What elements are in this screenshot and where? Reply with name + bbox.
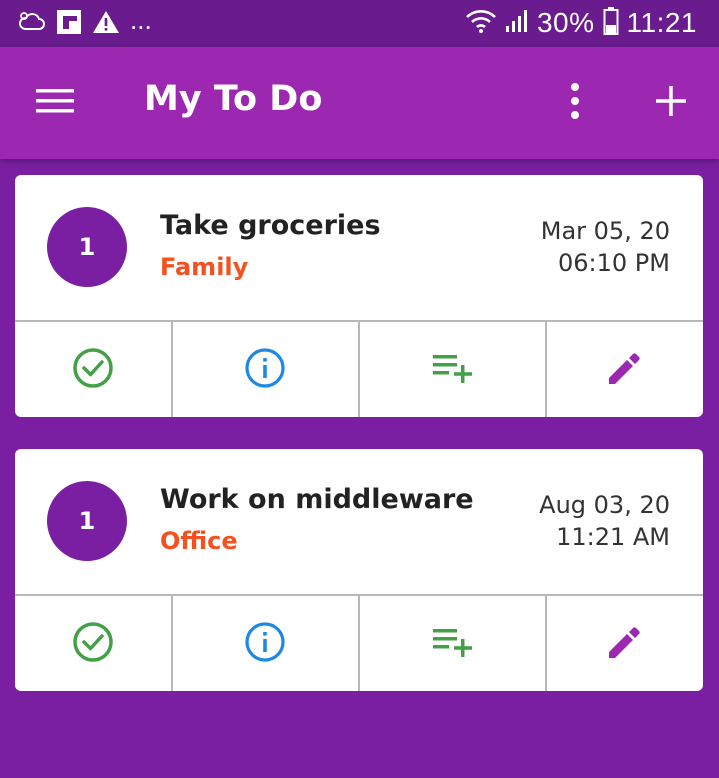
playlist-add-icon <box>431 625 475 663</box>
check-circle-icon <box>72 621 114 667</box>
page-title: My To Do <box>144 79 323 119</box>
menu-icon <box>36 87 74 119</box>
wifi-icon <box>465 8 497 38</box>
flipboard-icon <box>56 9 82 39</box>
add-subtask-button[interactable] <box>360 596 548 691</box>
edit-pencil-icon <box>605 348 645 392</box>
task-date: Mar 05, 20 <box>540 217 670 245</box>
add-task-button[interactable] <box>648 79 694 127</box>
edit-task-button[interactable] <box>547 596 703 691</box>
check-circle-icon <box>72 347 114 393</box>
status-bar-notifications: ... <box>18 5 152 39</box>
task-time: 11:21 AM <box>556 523 670 551</box>
add-subtask-button[interactable] <box>360 322 548 417</box>
info-button[interactable] <box>173 596 360 691</box>
menu-button[interactable] <box>30 81 80 125</box>
task-time: 06:10 PM <box>558 249 670 277</box>
more-vert-icon <box>570 83 580 123</box>
task-title: Work on middleware <box>160 484 474 515</box>
task-date: Aug 03, 20 <box>539 491 670 519</box>
task-actions <box>15 596 703 691</box>
info-button[interactable] <box>173 322 360 417</box>
mark-done-button[interactable] <box>15 322 173 417</box>
priority-avatar: 1 <box>47 207 127 287</box>
info-icon <box>244 347 286 393</box>
task-category: Office <box>160 527 238 555</box>
status-bar: ... 30% 11:21 <box>0 0 719 47</box>
add-icon <box>656 86 686 120</box>
status-bar-system: 30% 11:21 <box>465 7 697 39</box>
task-card-header[interactable]: 1 Work on middleware Office Aug 03, 20 1… <box>15 449 703 596</box>
task-card[interactable]: 1 Take groceries Family Mar 05, 20 06:10… <box>15 175 703 417</box>
edit-task-button[interactable] <box>547 322 703 417</box>
warning-icon <box>92 9 120 39</box>
battery-percentage: 30% <box>536 7 595 38</box>
clock: 11:21 <box>626 7 697 38</box>
task-actions <box>15 322 703 417</box>
app-screen: ... 30% 11:21 My To Do 1 Take groceries … <box>0 0 719 778</box>
task-category: Family <box>160 253 249 281</box>
edit-pencil-icon <box>605 622 645 666</box>
task-card[interactable]: 1 Work on middleware Office Aug 03, 20 1… <box>15 449 703 691</box>
priority-avatar: 1 <box>47 481 127 561</box>
task-title: Take groceries <box>160 210 381 241</box>
cloud-icon <box>18 10 46 38</box>
signal-icon <box>505 8 529 38</box>
battery-icon <box>603 7 619 39</box>
mark-done-button[interactable] <box>15 596 173 691</box>
task-card-header[interactable]: 1 Take groceries Family Mar 05, 20 06:10… <box>15 175 703 322</box>
notification-overflow: ... <box>130 4 152 35</box>
playlist-add-icon <box>431 351 475 389</box>
more-options-button[interactable] <box>556 79 594 127</box>
app-bar: My To Do <box>0 47 719 159</box>
info-icon <box>244 621 286 667</box>
